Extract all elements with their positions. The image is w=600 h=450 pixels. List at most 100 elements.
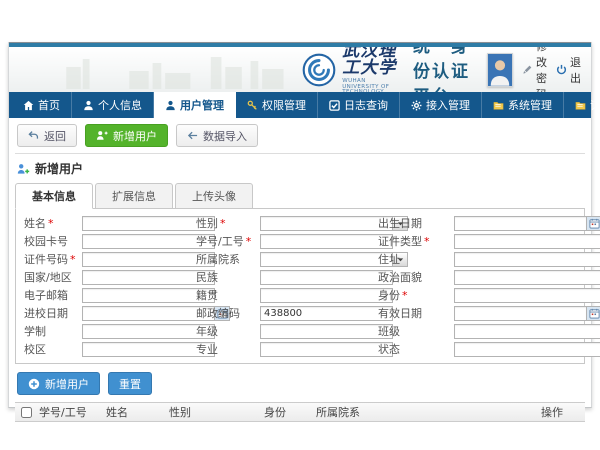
table-header-cell: 学号/工号 bbox=[39, 404, 106, 420]
change-password-link[interactable]: 修改密码 bbox=[522, 47, 547, 92]
form-field-political-status: 政治面貌 bbox=[378, 268, 600, 286]
gender-input[interactable] bbox=[260, 216, 392, 231]
submit-button-label: 新增用户 bbox=[45, 376, 89, 392]
main-nav: 首页个人信息用户管理权限管理日志查询接入管理系统管理订阅管理 bbox=[9, 92, 591, 118]
nav-item-label: 首页 bbox=[38, 97, 60, 113]
form-grid: 姓名*性别*出生日期校园卡号学号/工号*证件类型*证件号码*所属院系住址国家/地… bbox=[15, 209, 585, 364]
university-logo bbox=[302, 53, 336, 87]
app-window: 武汉理工大学 WUHAN UNIVERSITY OF TECHNOLOGY 统一… bbox=[8, 42, 592, 408]
new-user-toolbar-button[interactable]: 新增用户 bbox=[85, 124, 168, 147]
field-label-email: 电子邮箱 bbox=[24, 287, 82, 303]
nav-item-system-mgmt[interactable]: 系统管理 bbox=[482, 92, 564, 118]
section-title: 新增用户 bbox=[35, 160, 83, 177]
header-user-area: 修改密码 退出 bbox=[487, 47, 591, 92]
nav-item-label: 用户管理 bbox=[180, 97, 224, 113]
ethnicity-input[interactable] bbox=[260, 270, 393, 285]
form-field-ethnicity: 民族 bbox=[196, 268, 364, 286]
form-field-status: 状态 bbox=[378, 340, 600, 358]
required-asterisk: * bbox=[48, 217, 54, 230]
folder-icon bbox=[493, 100, 504, 111]
native-place-input[interactable] bbox=[260, 288, 393, 303]
back-arrow-icon bbox=[28, 130, 39, 141]
form-field-student-id: 学号/工号* bbox=[196, 232, 364, 250]
plus-circle-icon bbox=[28, 378, 40, 390]
political-status-input[interactable] bbox=[454, 270, 600, 285]
tab-basic-info[interactable]: 基本信息 bbox=[15, 183, 93, 209]
student-id-input[interactable] bbox=[260, 234, 393, 249]
data-import-button[interactable]: 数据导入 bbox=[176, 124, 258, 147]
address-input[interactable] bbox=[454, 252, 600, 267]
table-header-cell: 姓名 bbox=[106, 404, 169, 420]
table-header-row: 学号/工号姓名性别身份所属院系操作 bbox=[15, 402, 585, 422]
id-type-input[interactable] bbox=[454, 234, 600, 249]
key-icon bbox=[247, 100, 258, 111]
add-user-section-icon bbox=[17, 163, 30, 175]
table-header-cell: 所属院系 bbox=[316, 404, 541, 420]
toolbar: 返回 新增用户 数据导入 bbox=[9, 118, 591, 153]
section-header: 新增用户 bbox=[15, 160, 585, 177]
nav-item-label: 日志查询 bbox=[344, 97, 388, 113]
required-asterisk: * bbox=[246, 235, 252, 248]
university-name-en: WUHAN UNIVERSITY OF TECHNOLOGY bbox=[342, 79, 399, 92]
grade-input[interactable] bbox=[260, 324, 393, 339]
class-input[interactable] bbox=[454, 324, 600, 339]
nav-item-access-mgmt[interactable]: 接入管理 bbox=[400, 92, 482, 118]
field-label-birth-date: 出生日期 bbox=[378, 215, 454, 231]
nav-item-subscription-mgmt[interactable]: 订阅管理 bbox=[564, 92, 600, 118]
reset-button[interactable]: 重置 bbox=[108, 372, 152, 395]
required-asterisk: * bbox=[70, 253, 76, 266]
field-label-grade: 年级 bbox=[196, 323, 260, 339]
tab-upload-avatar[interactable]: 上传头像 bbox=[175, 183, 253, 209]
form-field-campus-card: 校园卡号 bbox=[24, 232, 182, 250]
change-password-label: 修改密码 bbox=[536, 47, 547, 92]
folder-icon bbox=[575, 100, 586, 111]
form-field-id-type: 证件类型* bbox=[378, 232, 600, 250]
status-input[interactable] bbox=[454, 342, 600, 357]
form-field-major: 专业 bbox=[196, 340, 364, 358]
submit-new-user-button[interactable]: 新增用户 bbox=[17, 372, 100, 395]
gear-icon bbox=[411, 100, 422, 111]
nav-item-label: 个人信息 bbox=[98, 97, 142, 113]
field-label-major: 专业 bbox=[196, 341, 260, 357]
field-label-name: 姓名* bbox=[24, 215, 82, 231]
entry-date-input[interactable] bbox=[82, 306, 214, 321]
birth-date-calendar-button[interactable] bbox=[586, 216, 600, 231]
valid-date-input[interactable] bbox=[454, 306, 586, 321]
form-field-native-place: 籍贯 bbox=[196, 286, 364, 304]
nav-item-label: 订阅管理 bbox=[590, 97, 600, 113]
identity-input[interactable] bbox=[454, 288, 600, 303]
field-label-valid-date: 有效日期 bbox=[378, 305, 454, 321]
valid-date-calendar-button[interactable] bbox=[586, 306, 600, 321]
tab-extended-info[interactable]: 扩展信息 bbox=[95, 183, 173, 209]
logout-link[interactable]: 退出 bbox=[556, 54, 581, 86]
form-field-campus: 校区 bbox=[24, 340, 182, 358]
select-all-checkbox[interactable] bbox=[21, 407, 32, 418]
field-label-status: 状态 bbox=[378, 341, 454, 357]
back-button[interactable]: 返回 bbox=[17, 124, 77, 147]
nav-item-permission-mgmt[interactable]: 权限管理 bbox=[236, 92, 318, 118]
postal-code-input[interactable] bbox=[260, 306, 393, 321]
back-button-label: 返回 bbox=[44, 128, 66, 144]
form-field-name: 姓名* bbox=[24, 214, 182, 232]
required-asterisk: * bbox=[220, 217, 226, 230]
form-field-birth-date: 出生日期 bbox=[378, 214, 600, 232]
field-label-student-id: 学号/工号* bbox=[196, 233, 260, 249]
new-user-toolbar-label: 新增用户 bbox=[113, 128, 157, 144]
form-field-valid-date: 有效日期 bbox=[378, 304, 600, 322]
nav-item-home[interactable]: 首页 bbox=[9, 92, 72, 118]
field-label-entry-date: 进校日期 bbox=[24, 305, 82, 321]
import-arrow-icon bbox=[187, 130, 198, 141]
department-input[interactable] bbox=[260, 252, 392, 267]
power-icon bbox=[556, 64, 567, 75]
nav-item-profile[interactable]: 个人信息 bbox=[72, 92, 154, 118]
field-label-native-place: 籍贯 bbox=[196, 287, 260, 303]
nav-item-user-mgmt[interactable]: 用户管理 bbox=[154, 92, 236, 118]
person-icon bbox=[83, 100, 94, 111]
nav-item-log-query[interactable]: 日志查询 bbox=[318, 92, 400, 118]
birth-date-input[interactable] bbox=[454, 216, 586, 231]
major-input[interactable] bbox=[260, 342, 393, 357]
field-label-id-number: 证件号码* bbox=[24, 251, 82, 267]
form-field-class: 班级 bbox=[378, 322, 600, 340]
skyline-decoration bbox=[9, 51, 292, 89]
field-label-campus: 校区 bbox=[24, 341, 82, 357]
